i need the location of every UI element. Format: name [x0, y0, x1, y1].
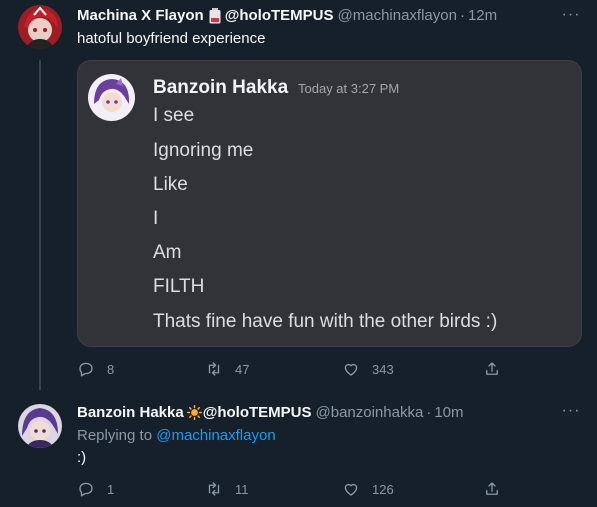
display-name[interactable]: Machina X Flayon [77, 7, 204, 24]
embed-message-line: Thats fine have fun with the other birds… [153, 311, 498, 332]
retweet-count: 11 [235, 481, 249, 497]
embed-message-line: Like [153, 174, 188, 195]
tweet-machina[interactable]: Machina X Flayon @holoTEMPUS @machinaxfl… [0, 0, 597, 390]
reply-icon [79, 362, 93, 377]
separator-dot: · [459, 7, 465, 24]
tweet-header: Banzoin Hakka @holoTEMPUS @banzoinhakka … [77, 404, 464, 421]
embedded-discord-message[interactable]: Banzoin Hakka Today at 3:27 PM I see Ign… [77, 60, 582, 347]
avatar-machina[interactable] [18, 5, 62, 49]
user-handle[interactable]: @machinaxflayon [338, 7, 457, 24]
tweet-time[interactable]: 10m [434, 404, 463, 421]
share-button[interactable] [483, 360, 513, 378]
thread-line [39, 60, 41, 390]
tweet-time[interactable]: 12m [468, 7, 497, 24]
user-handle[interactable]: @banzoinhakka [316, 404, 424, 421]
display-name-suffix[interactable]: @holoTEMPUS [225, 7, 334, 24]
retweet-button[interactable]: 11 [205, 480, 249, 498]
reply-icon [79, 482, 93, 497]
tweet-banzoin[interactable]: Banzoin Hakka @holoTEMPUS @banzoinhakka … [0, 390, 597, 507]
battery-emoji-icon [209, 8, 221, 24]
replying-to-link[interactable]: @machinaxflayon [156, 427, 275, 444]
more-options-icon[interactable]: ··· [561, 403, 581, 424]
embed-message-line: I [153, 208, 159, 229]
separator-dot: · [426, 404, 432, 421]
tweet-actions: 8 47 343 [77, 360, 498, 382]
reply-button[interactable]: 8 [77, 360, 114, 378]
like-count: 343 [372, 361, 394, 377]
avatar-banzoin-embed [88, 74, 135, 121]
like-button[interactable]: 126 [342, 480, 394, 498]
embed-message-line: FILTH [153, 276, 205, 297]
tweet-actions: 1 11 126 [77, 480, 498, 502]
reply-button[interactable]: 1 [77, 480, 114, 498]
retweet-count: 47 [235, 361, 250, 377]
sun-emoji-icon [186, 405, 202, 420]
embed-message-line: Ignoring me [153, 140, 254, 161]
share-icon [486, 362, 498, 375]
tweet-text: :) [77, 449, 87, 466]
replying-to: Replying to @machinaxflayon [77, 427, 276, 444]
embed-message-line: Am [153, 242, 182, 263]
display-name[interactable]: Banzoin Hakka [77, 404, 184, 421]
reply-count: 1 [107, 481, 115, 497]
reply-count: 8 [107, 361, 115, 377]
replying-to-label: Replying to [77, 427, 153, 444]
heart-icon [344, 363, 358, 376]
tweet-header: Machina X Flayon @holoTEMPUS @machinaxfl… [77, 7, 497, 24]
retweet-icon [208, 362, 220, 376]
embed-author-name: Banzoin Hakka [153, 77, 289, 98]
tweet-text: hatoful boyfriend experience [77, 30, 266, 47]
more-options-icon[interactable]: ··· [561, 7, 581, 28]
avatar-banzoin[interactable] [18, 404, 62, 448]
heart-icon [344, 483, 358, 496]
like-count: 126 [372, 481, 394, 497]
retweet-icon [208, 482, 220, 496]
like-button[interactable]: 343 [342, 360, 394, 378]
share-icon [486, 482, 498, 495]
embed-timestamp: Today at 3:27 PM [298, 81, 400, 96]
embed-message-line: I see [153, 105, 195, 126]
retweet-button[interactable]: 47 [205, 360, 249, 378]
display-name-suffix[interactable]: @holoTEMPUS [203, 404, 312, 421]
share-button[interactable] [483, 480, 513, 498]
